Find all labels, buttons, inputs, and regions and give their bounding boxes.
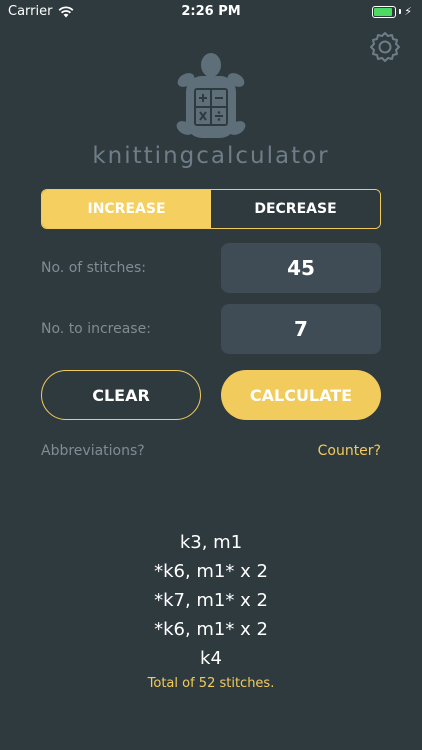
- turtle-calculator-logo: [172, 50, 250, 142]
- battery-body: [372, 5, 397, 18]
- result-line: k4: [200, 648, 222, 669]
- total-stitches: Total of 52 stitches.: [147, 676, 275, 691]
- battery-fill: [374, 7, 393, 16]
- gear-icon: [370, 32, 400, 62]
- result-line: *k6, m1* x 2: [154, 619, 268, 640]
- abbreviations-link[interactable]: Abbreviations?: [41, 443, 145, 459]
- stitches-input[interactable]: 45: [221, 243, 381, 293]
- tab-increase[interactable]: INCREASE: [42, 190, 211, 228]
- mode-segmented-control: INCREASE DECREASE: [41, 189, 381, 229]
- result-line: *k6, m1* x 2: [154, 561, 268, 582]
- settings-button[interactable]: [368, 30, 402, 64]
- result-list: k3, m1 *k6, m1* x 2 *k7, m1* x 2 *k6, m1…: [0, 528, 422, 691]
- brand-name: knittingcalculator: [92, 143, 330, 169]
- clear-button[interactable]: CLEAR: [41, 370, 201, 420]
- calculate-button[interactable]: CALCULATE: [221, 370, 381, 420]
- battery-tip: [399, 9, 402, 14]
- tab-decrease[interactable]: DECREASE: [211, 190, 380, 228]
- counter-link[interactable]: Counter?: [318, 443, 381, 459]
- battery-icon: ⚡: [372, 5, 412, 18]
- result-line: k3, m1: [179, 532, 243, 553]
- increase-label: No. to increase:: [41, 321, 151, 337]
- result-line: *k7, m1* x 2: [154, 590, 268, 611]
- increase-input[interactable]: 7: [221, 304, 381, 354]
- charging-bolt-icon: ⚡: [404, 5, 412, 18]
- clock: 2:26 PM: [181, 4, 241, 19]
- status-bar: Carrier 2:26 PM ⚡: [0, 0, 422, 24]
- stitches-label: No. of stitches:: [41, 260, 146, 276]
